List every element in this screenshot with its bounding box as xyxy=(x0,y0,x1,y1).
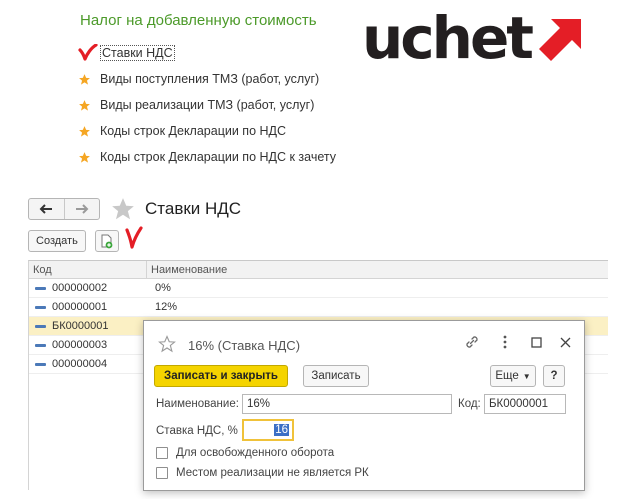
red-check-mark-icon xyxy=(78,44,100,62)
row-code: 000000002 xyxy=(29,279,147,297)
link-label[interactable]: Ставки НДС xyxy=(100,45,175,61)
star-icon xyxy=(78,73,100,86)
column-header-name[interactable]: Наименование xyxy=(147,261,227,278)
rate-label: Ставка НДС, % : xyxy=(156,425,245,437)
item-marker-icon xyxy=(35,305,46,309)
row-code: 000000004 xyxy=(29,355,147,373)
chevron-down-icon: ▼ xyxy=(522,371,531,381)
row-code-text: БК0000001 xyxy=(52,320,109,332)
row-code: 000000001 xyxy=(29,298,147,316)
copy-document-icon xyxy=(101,234,113,248)
save-and-close-button[interactable]: Записать и закрыть xyxy=(154,365,288,387)
more-label: Еще xyxy=(495,370,519,382)
create-button[interactable]: Создать xyxy=(28,230,86,252)
link-sale-types[interactable]: Виды реализации ТМЗ (работ, услуг) xyxy=(78,92,336,118)
uchet-logo: uchet xyxy=(362,8,626,68)
copy-button[interactable] xyxy=(95,230,119,252)
link-button[interactable] xyxy=(463,333,481,351)
link-label[interactable]: Коды строк Декларации по НДС xyxy=(100,124,286,138)
table-row[interactable]: 000000002 0% xyxy=(29,279,608,298)
history-navigation xyxy=(28,198,100,220)
close-icon xyxy=(560,337,570,347)
link-icon xyxy=(466,336,478,348)
not-rk-place-checkbox[interactable] xyxy=(156,467,168,479)
row-code-text: 000000003 xyxy=(52,339,108,351)
item-marker-icon xyxy=(35,286,46,290)
arrow-right-icon xyxy=(75,204,89,214)
table-header: Код Наименование xyxy=(29,261,608,279)
list-form-title: Ставки НДС xyxy=(145,199,242,218)
row-code-text: 000000001 xyxy=(52,301,108,313)
rate-input[interactable]: 16 xyxy=(242,419,294,441)
table-row[interactable]: 000000001 12% xyxy=(29,298,608,317)
row-code: 000000003 xyxy=(29,336,147,354)
row-code-text: 000000004 xyxy=(52,358,108,370)
back-button[interactable] xyxy=(29,199,64,219)
item-marker-icon xyxy=(35,362,46,366)
row-code-text: 000000002 xyxy=(52,282,108,294)
favorite-star-icon[interactable] xyxy=(110,196,136,222)
arrow-left-icon xyxy=(39,204,53,214)
more-vertical-icon xyxy=(503,335,507,349)
close-button[interactable] xyxy=(556,333,574,351)
logo-text: uchet xyxy=(362,4,534,72)
exempt-turnover-checkbox-row[interactable]: Для освобожденного оборота xyxy=(156,447,334,459)
maximize-icon xyxy=(530,336,542,348)
more-dropdown-button[interactable]: Еще ▼ xyxy=(490,365,536,387)
dialog-title: 16% (Ставка НДС) xyxy=(188,338,301,353)
star-icon xyxy=(78,125,100,138)
exempt-turnover-label: Для освобожденного оборота xyxy=(176,447,335,459)
save-button[interactable]: Записать xyxy=(303,365,369,387)
code-label: Код: xyxy=(458,398,481,410)
row-code: БК0000001 xyxy=(29,317,147,335)
link-declaration-codes[interactable]: Коды строк Декларации по НДС xyxy=(78,118,336,144)
star-icon xyxy=(78,151,100,164)
not-rk-place-label: Местом реализации не является РК xyxy=(176,467,369,479)
exempt-turnover-checkbox[interactable] xyxy=(156,447,168,459)
vat-rate-dialog: 16% (Ставка НДС) Записать и закрыть Запи… xyxy=(143,320,585,491)
row-name: 12% xyxy=(155,301,178,313)
rate-value: 16 xyxy=(274,424,289,436)
logo-arrow-icon xyxy=(539,19,582,61)
link-label[interactable]: Коды строк Декларации по НДС к зачету xyxy=(100,150,336,164)
red-check-mark-icon xyxy=(125,226,143,249)
link-label[interactable]: Виды поступления ТМЗ (работ, услуг) xyxy=(100,72,319,86)
link-vat-rates[interactable]: Ставки НДС xyxy=(78,40,336,66)
section-links: Ставки НДС Виды поступления ТМЗ (работ, … xyxy=(78,40,336,170)
star-icon xyxy=(78,99,100,112)
more-actions-button[interactable] xyxy=(496,333,514,351)
maximize-button[interactable] xyxy=(527,333,545,351)
help-button[interactable]: ? xyxy=(543,365,565,387)
link-label[interactable]: Виды реализации ТМЗ (работ, услуг) xyxy=(100,98,314,112)
item-marker-icon xyxy=(35,324,46,328)
link-receipt-types[interactable]: Виды поступления ТМЗ (работ, услуг) xyxy=(78,66,336,92)
column-header-code[interactable]: Код xyxy=(29,261,147,278)
favorite-star-icon[interactable] xyxy=(158,335,176,353)
not-rk-place-checkbox-row[interactable]: Местом реализации не является РК xyxy=(156,467,369,479)
name-label: Наименование: xyxy=(156,398,239,410)
section-title: Налог на добавленную стоимость xyxy=(80,12,317,29)
forward-button[interactable] xyxy=(63,199,100,219)
name-input[interactable]: 16% xyxy=(242,394,452,414)
code-input[interactable]: БК0000001 xyxy=(484,394,566,414)
row-name: 0% xyxy=(155,282,171,294)
link-declaration-offset-codes[interactable]: Коды строк Декларации по НДС к зачету xyxy=(78,144,336,170)
item-marker-icon xyxy=(35,343,46,347)
